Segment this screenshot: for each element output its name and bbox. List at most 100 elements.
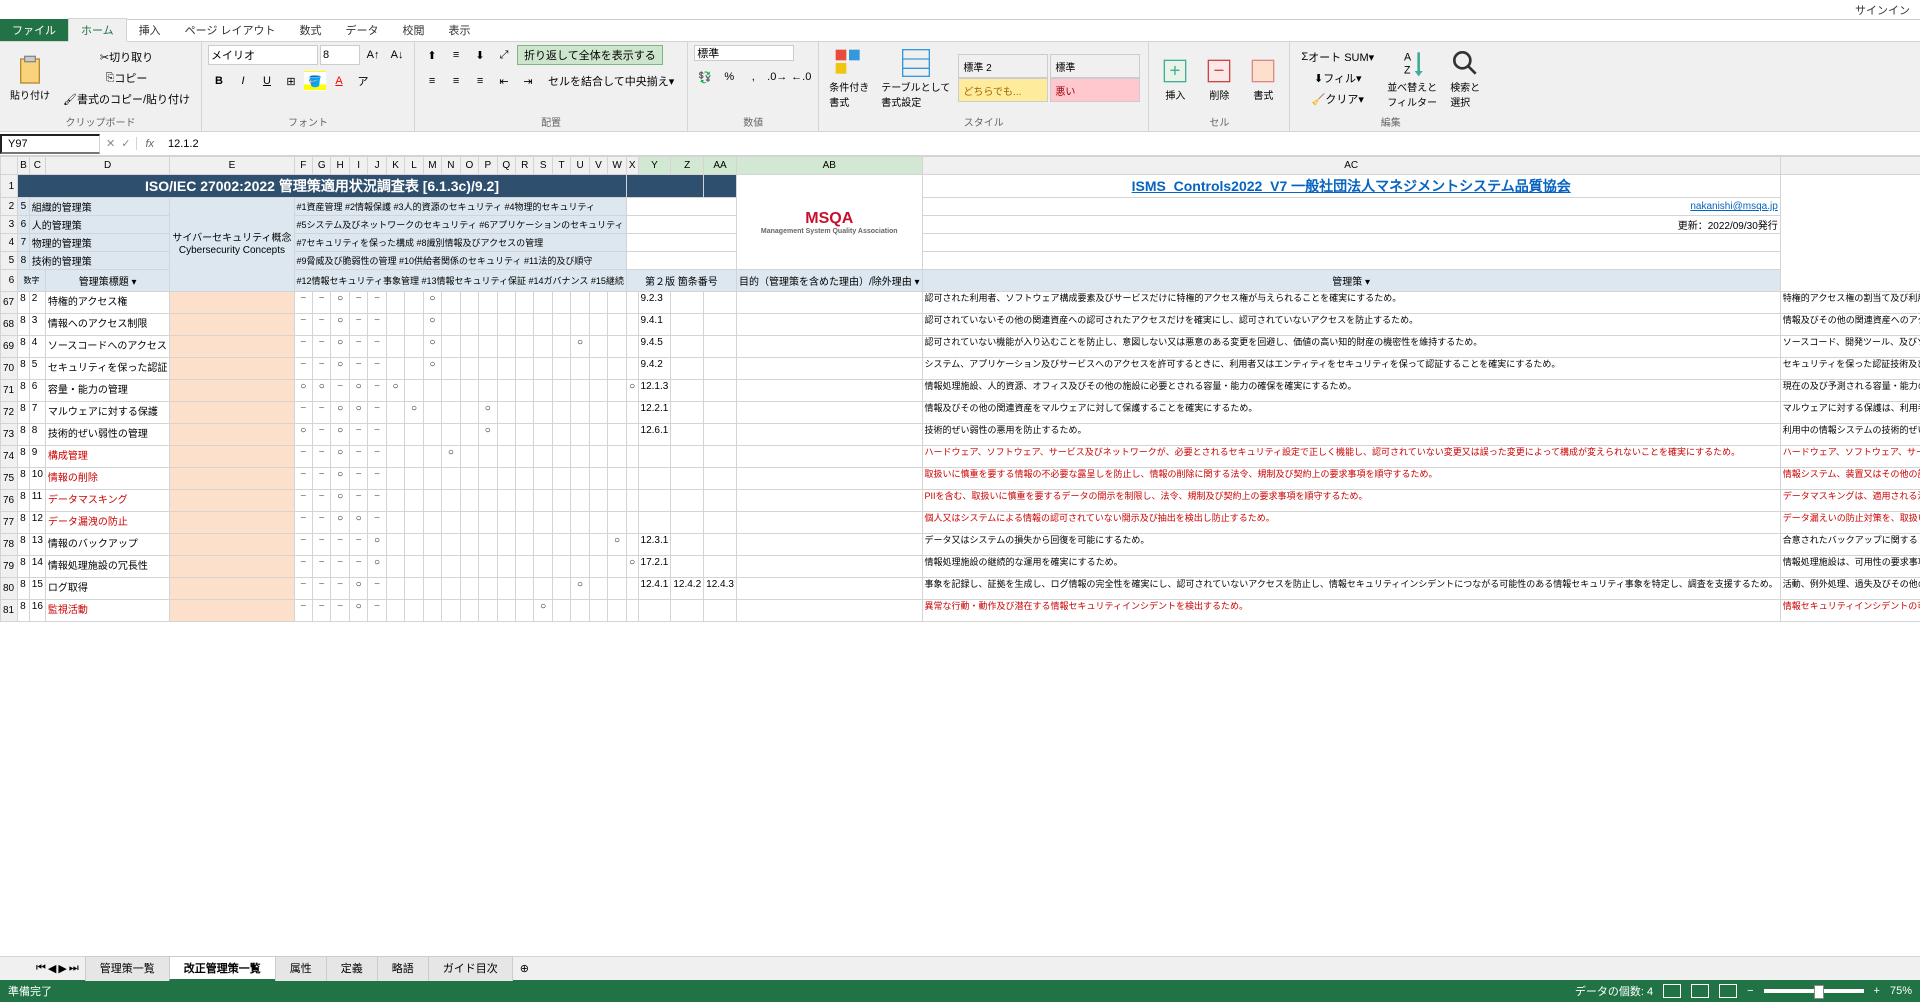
cell[interactable] bbox=[552, 490, 570, 512]
cell[interactable]: ○ bbox=[423, 358, 441, 380]
cell[interactable] bbox=[704, 424, 737, 446]
cell[interactable] bbox=[571, 314, 589, 336]
col-header[interactable]: L bbox=[405, 157, 423, 175]
cell[interactable]: 12.6.1 bbox=[638, 424, 671, 446]
col-header[interactable]: P bbox=[479, 157, 497, 175]
cell[interactable] bbox=[442, 468, 460, 490]
cell[interactable]: 監視活動 bbox=[45, 600, 169, 622]
cell[interactable]: データマスキングは、適用される法律を考慮して、アクセス制御に関する組織のトピック… bbox=[1780, 490, 1920, 512]
cell[interactable]: 現在の及び予測される容量・能力の要求事項に合わせて、資源の利用を監視し調整するこ… bbox=[1780, 380, 1920, 402]
cell[interactable]: 13 bbox=[29, 534, 45, 556]
cell[interactable]: 3 bbox=[29, 314, 45, 336]
cell[interactable] bbox=[552, 292, 570, 314]
col-header[interactable]: G bbox=[312, 157, 330, 175]
cell[interactable] bbox=[423, 468, 441, 490]
cell[interactable] bbox=[460, 314, 478, 336]
cut-button[interactable]: ✂ 切り取り bbox=[58, 47, 195, 67]
cell[interactable]: ○ bbox=[571, 336, 589, 358]
row-header[interactable]: 78 bbox=[1, 534, 18, 556]
cell[interactable] bbox=[479, 556, 497, 578]
isms-link[interactable]: ISMS_Controls2022_V7 一般社団法人マネジメントシステム品質協… bbox=[1132, 178, 1571, 194]
cell[interactable]: 8 bbox=[18, 446, 30, 468]
row-header[interactable]: 6 bbox=[1, 270, 18, 292]
cell[interactable]: 8 bbox=[18, 336, 30, 358]
cell[interactable] bbox=[442, 490, 460, 512]
cell[interactable]: − bbox=[294, 490, 312, 512]
cell[interactable]: 9.2.3 bbox=[638, 292, 671, 314]
align-left-button[interactable]: ≡ bbox=[421, 71, 443, 91]
cell[interactable]: ○ bbox=[331, 424, 349, 446]
cell[interactable] bbox=[552, 358, 570, 380]
cell[interactable] bbox=[442, 402, 460, 424]
cell[interactable] bbox=[671, 336, 704, 358]
cell[interactable] bbox=[589, 534, 607, 556]
cell[interactable]: − bbox=[349, 490, 367, 512]
cell[interactable]: − bbox=[368, 600, 386, 622]
col-header[interactable]: S bbox=[534, 157, 552, 175]
cell[interactable] bbox=[460, 468, 478, 490]
cell[interactable] bbox=[515, 292, 533, 314]
cell[interactable]: − bbox=[349, 468, 367, 490]
cell[interactable] bbox=[386, 446, 404, 468]
cell[interactable]: 情報へのアクセス制限 bbox=[45, 314, 169, 336]
cell[interactable] bbox=[170, 556, 294, 578]
cell[interactable] bbox=[170, 490, 294, 512]
cell[interactable] bbox=[423, 446, 441, 468]
cell[interactable] bbox=[534, 468, 552, 490]
fill-color-button[interactable]: 🪣 bbox=[304, 71, 326, 91]
cell[interactable] bbox=[386, 358, 404, 380]
cell[interactable] bbox=[497, 336, 515, 358]
decrease-font-button[interactable]: A↓ bbox=[386, 45, 408, 65]
cell[interactable]: 取扱いに慎重を要する情報の不必要な露呈しを防止し、情報の削除に関する法令、規制及… bbox=[922, 468, 1780, 490]
cell[interactable] bbox=[671, 314, 704, 336]
cell[interactable] bbox=[479, 512, 497, 534]
cell[interactable] bbox=[405, 534, 423, 556]
cell[interactable] bbox=[515, 512, 533, 534]
cell[interactable] bbox=[442, 600, 460, 622]
col-header[interactable]: O bbox=[460, 157, 478, 175]
cell[interactable] bbox=[736, 424, 922, 446]
cell[interactable] bbox=[170, 468, 294, 490]
cell[interactable] bbox=[386, 314, 404, 336]
cell[interactable] bbox=[552, 402, 570, 424]
cell[interactable] bbox=[626, 468, 638, 490]
cell[interactable] bbox=[608, 490, 627, 512]
cell[interactable] bbox=[671, 380, 704, 402]
cell[interactable] bbox=[736, 292, 922, 314]
cell[interactable]: 9.4.5 bbox=[638, 336, 671, 358]
cell[interactable] bbox=[386, 402, 404, 424]
cell[interactable]: − bbox=[368, 380, 386, 402]
cell[interactable]: − bbox=[312, 468, 330, 490]
cell[interactable] bbox=[497, 380, 515, 402]
col-header[interactable]: Q bbox=[497, 157, 515, 175]
cell[interactable] bbox=[442, 512, 460, 534]
col-header[interactable]: AB bbox=[736, 157, 922, 175]
cell[interactable]: 12.1.3 bbox=[638, 380, 671, 402]
cell[interactable] bbox=[552, 556, 570, 578]
cell[interactable] bbox=[638, 600, 671, 622]
cell[interactable]: ○ bbox=[331, 336, 349, 358]
cell[interactable] bbox=[736, 446, 922, 468]
col-header[interactable]: J bbox=[368, 157, 386, 175]
cell[interactable] bbox=[534, 556, 552, 578]
cell[interactable]: − bbox=[294, 468, 312, 490]
col-header[interactable]: AD bbox=[1780, 157, 1920, 175]
cell[interactable] bbox=[671, 402, 704, 424]
cell[interactable] bbox=[571, 600, 589, 622]
style-neutral[interactable]: どちらでも... bbox=[958, 78, 1048, 102]
cell[interactable]: − bbox=[349, 358, 367, 380]
increase-font-button[interactable]: A↑ bbox=[362, 45, 384, 65]
view-pagebreak-icon[interactable] bbox=[1719, 984, 1737, 998]
cell[interactable]: − bbox=[368, 512, 386, 534]
cell[interactable] bbox=[736, 402, 922, 424]
signin-link[interactable]: サインイン bbox=[1855, 2, 1910, 18]
cell[interactable] bbox=[589, 468, 607, 490]
cell[interactable]: ソースコードへのアクセス bbox=[45, 336, 169, 358]
cell[interactable]: データマスキング bbox=[45, 490, 169, 512]
align-center-button[interactable]: ≡ bbox=[445, 71, 467, 91]
cell[interactable] bbox=[460, 490, 478, 512]
cell[interactable] bbox=[460, 292, 478, 314]
col-header[interactable]: T bbox=[552, 157, 570, 175]
cell[interactable] bbox=[170, 512, 294, 534]
view-normal-icon[interactable] bbox=[1663, 984, 1681, 998]
